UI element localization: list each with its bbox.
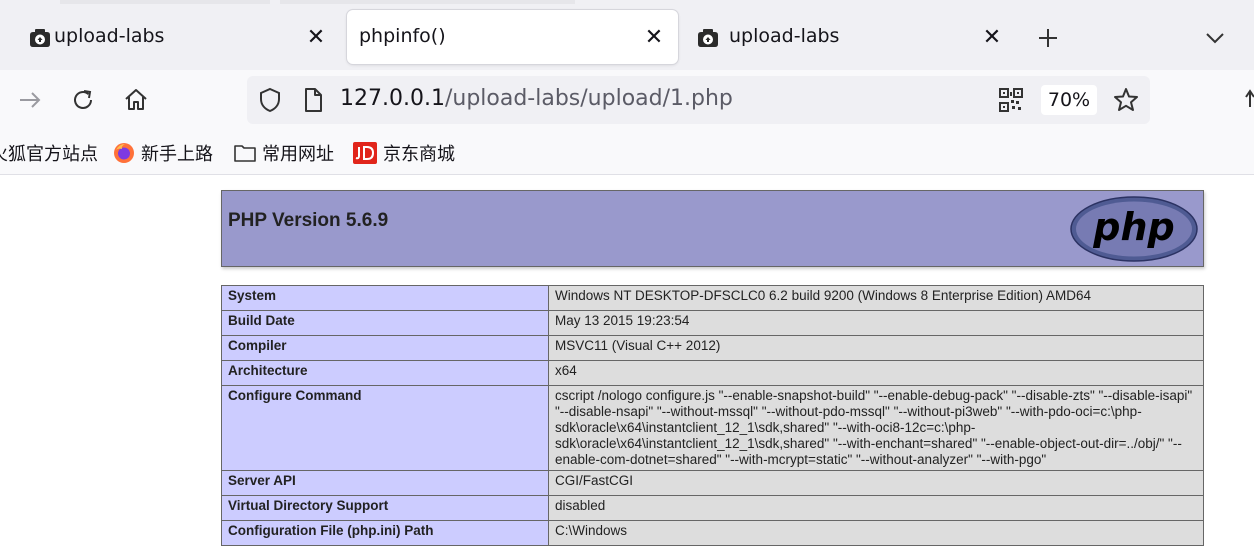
bookmark-getting-started[interactable]: 新手上路 bbox=[113, 140, 213, 166]
php-logo[interactable]: php bbox=[1070, 196, 1198, 262]
folder-icon bbox=[234, 145, 256, 162]
table-row: Configure Command cscript /nologo configu… bbox=[221, 385, 1204, 471]
row-key: Configure Command bbox=[221, 385, 549, 471]
row-key: System bbox=[221, 285, 549, 311]
url-text[interactable]: 127.0.0.1/upload-labs/upload/1.php bbox=[340, 86, 733, 111]
tab-title: upload-labs bbox=[54, 25, 165, 47]
bookmark-folder-common[interactable]: 常用网址 bbox=[234, 140, 334, 166]
row-key: Architecture bbox=[221, 360, 549, 386]
url-path: /upload-labs/upload/1.php bbox=[444, 86, 733, 111]
star-bookmark-icon[interactable] bbox=[1110, 84, 1142, 116]
tab-upload-labs-1[interactable]: upload-labs ✕ bbox=[8, 10, 338, 64]
php-info-table: System Windows NT DESKTOP-DFSCLC0 6.2 bui… bbox=[221, 285, 1204, 546]
bookmark-firefox-official[interactable]: 火狐官方站点 bbox=[0, 140, 98, 166]
chevron-down-icon[interactable] bbox=[1201, 24, 1229, 52]
row-value: disabled bbox=[548, 495, 1204, 521]
tab-title: phpinfo() bbox=[359, 25, 446, 47]
reload-icon[interactable] bbox=[67, 84, 99, 116]
bookmark-label: 常用网址 bbox=[262, 144, 334, 165]
row-value: Windows NT DESKTOP-DFSCLC0 6.2 build 920… bbox=[548, 285, 1204, 311]
row-value: CGI/FastCGI bbox=[548, 470, 1204, 496]
tab-phpinfo[interactable]: phpinfo() ✕ bbox=[347, 10, 678, 64]
row-value: May 13 2015 19:23:54 bbox=[548, 310, 1204, 336]
table-row: Architecture x64 bbox=[221, 360, 1204, 386]
tab-title: upload-labs bbox=[729, 25, 840, 47]
bookmark-label: 京东商城 bbox=[383, 144, 455, 165]
firefox-icon bbox=[114, 143, 134, 163]
toolbar-overflow-icon[interactable] bbox=[1240, 84, 1254, 116]
upload-labs-favicon-icon bbox=[698, 29, 718, 47]
tab-strip-edge bbox=[280, 0, 575, 4]
forward-arrow-icon[interactable] bbox=[14, 84, 46, 116]
table-row: Build Date May 13 2015 19:23:54 bbox=[221, 310, 1204, 336]
table-row: Compiler MSVC11 (Visual C++ 2012) bbox=[221, 335, 1204, 361]
home-icon[interactable] bbox=[120, 84, 152, 116]
page-info-icon[interactable] bbox=[297, 84, 329, 116]
row-value: C:\Windows bbox=[548, 520, 1204, 546]
row-value: MSVC11 (Visual C++ 2012) bbox=[548, 335, 1204, 361]
close-icon[interactable]: ✕ bbox=[305, 25, 327, 50]
row-key: Compiler bbox=[221, 335, 549, 361]
plus-icon[interactable] bbox=[1034, 24, 1062, 52]
table-row: Configuration File (php.ini) Path C:\Wind… bbox=[221, 520, 1204, 546]
row-key: Build Date bbox=[221, 310, 549, 336]
php-version-title: PHP Version 5.6.9 bbox=[228, 210, 389, 231]
tab-upload-labs-2[interactable]: upload-labs ✕ bbox=[683, 10, 1013, 64]
row-value: x64 bbox=[548, 360, 1204, 386]
url-host: 127.0.0.1 bbox=[340, 86, 445, 111]
row-key: Virtual Directory Support bbox=[221, 495, 549, 521]
jd-icon bbox=[353, 142, 377, 164]
shield-icon[interactable] bbox=[254, 84, 286, 116]
tab-strip-edge bbox=[60, 0, 270, 4]
row-key: Server API bbox=[221, 470, 549, 496]
bookmark-jd[interactable]: 京东商城 bbox=[353, 140, 455, 166]
table-row: Server API CGI/FastCGI bbox=[221, 470, 1204, 496]
row-value: cscript /nologo configure.js "--enable-s… bbox=[548, 385, 1204, 471]
row-key: Configuration File (php.ini) Path bbox=[221, 520, 549, 546]
close-icon[interactable]: ✕ bbox=[981, 25, 1003, 50]
zoom-level-button[interactable]: 70% bbox=[1041, 85, 1097, 115]
php-logo-text: php bbox=[1092, 205, 1174, 249]
table-row: System Windows NT DESKTOP-DFSCLC0 6.2 bui… bbox=[221, 285, 1204, 311]
qr-code-icon[interactable] bbox=[995, 84, 1027, 116]
table-row: Virtual Directory Support disabled bbox=[221, 495, 1204, 521]
bookmark-label: 火狐官方站点 bbox=[0, 144, 98, 165]
close-icon[interactable]: ✕ bbox=[643, 25, 665, 50]
upload-labs-favicon-icon bbox=[30, 29, 50, 47]
bookmark-label: 新手上路 bbox=[141, 144, 213, 165]
